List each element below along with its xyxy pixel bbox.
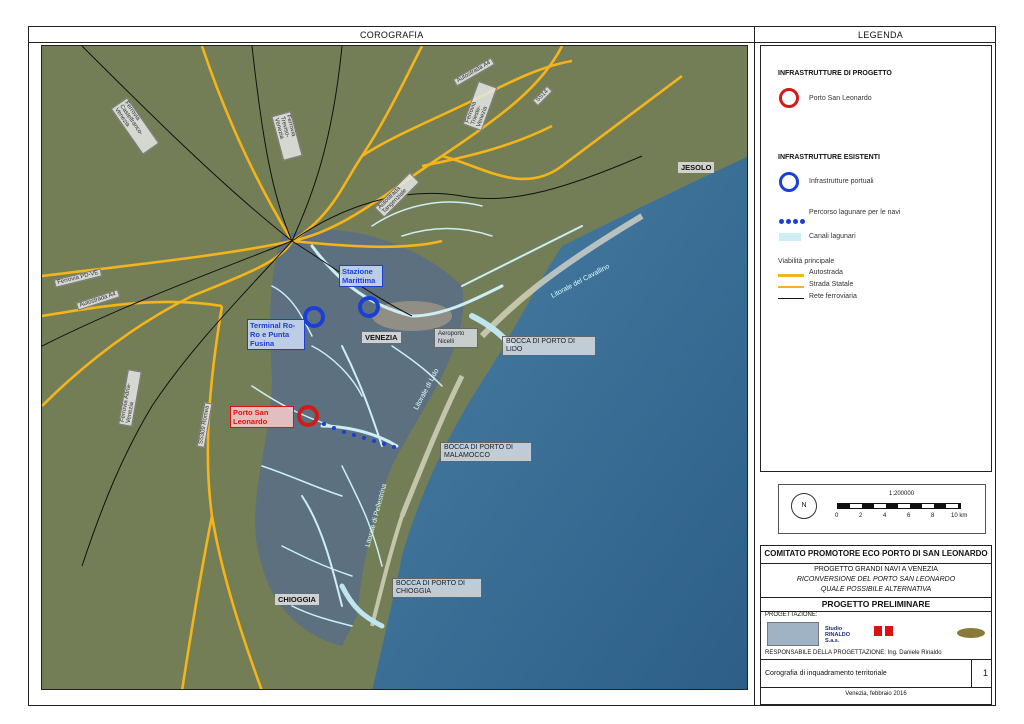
project-render-image	[767, 622, 819, 646]
label-bocca-lido: BOCCA DI PORTO DI LIDO	[502, 336, 596, 356]
legend-viabilita: Viabilità principale	[778, 258, 835, 265]
legend-strada-statale-line	[778, 286, 804, 288]
north-arrow-icon: N	[791, 493, 817, 519]
drawing-title: Corografia di inquadramento territoriale	[765, 670, 887, 677]
legend-infrastrutture-portuali: Infrastrutture portuali	[809, 178, 874, 185]
phase-title: PROGETTO PRELIMINARE	[821, 599, 931, 609]
scale-tick-2: 2	[859, 513, 863, 519]
scale-ratio: 1:200000	[889, 491, 915, 497]
progettazione-label: PROGETTAZIONE:	[765, 612, 818, 618]
label-venezia: VENEZIA	[362, 332, 401, 343]
legend-rete-ferroviaria: Rete ferroviaria	[809, 293, 857, 300]
legend-dots-icon	[779, 211, 805, 229]
scale-tick-4: 4	[883, 513, 887, 519]
label-chioggia: CHIOGGIA	[275, 594, 319, 605]
date-line: Venezia, febbraio 2016	[845, 691, 907, 697]
satellite-map[interactable]: JESOLO VENEZIA CHIOGGIA Stazione Maritti…	[41, 45, 748, 690]
label-porto-san-leonardo[interactable]: Porto San Leonardo	[230, 406, 294, 428]
partner-logo-red-2	[885, 626, 893, 636]
scale-tick-6: 6	[907, 513, 911, 519]
legend-canali: Canali lagunari	[809, 233, 856, 240]
legend-esistenti-title: INFRASTRUTTURE ESISTENTI	[778, 154, 880, 161]
legend-blue-circle-icon	[779, 172, 799, 192]
studio-rinaldo-logo: Studio RINALDO S.a.s.	[825, 626, 851, 644]
scale-tick-0: 0	[835, 513, 839, 519]
scale-bar	[837, 503, 961, 509]
legend-percorso: Percorso lagunare per le navi	[809, 209, 901, 216]
label-bocca-malamocco: BOCCA DI PORTO DI MALAMOCCO	[440, 442, 532, 462]
label-aeroporto: Aeroporto Nicelli	[434, 328, 478, 348]
responsabile: RESPONSABILE DELLA PROGETTAZIONE: Ing. D…	[765, 650, 942, 656]
partner-logo-red-1	[874, 626, 882, 636]
legend-strada-statale: Strada Statale	[809, 281, 854, 288]
scale-tick-8: 8	[931, 513, 935, 519]
title-block: COMITATO PROMOTORE ECO PORTO DI SAN LEON…	[760, 545, 992, 705]
scale-tick-10: 10 km	[951, 513, 968, 519]
header-divider	[28, 42, 996, 43]
partner-logo-emblem	[957, 628, 985, 638]
project-line-2: RICONVERSIONE DEL PORTO SAN LEONARDO	[796, 576, 956, 583]
label-stazione-marittima[interactable]: Stazione Marittima	[339, 265, 383, 287]
legend-porto-san-leonardo: Porto San Leonardo	[809, 95, 872, 102]
committee-name: COMITATO PROMOTORE ECO PORTO DI SAN LEON…	[764, 549, 988, 558]
project-line-1: PROGETTO GRANDI NAVI A VENEZIA	[814, 566, 938, 573]
legend-autostrada-line	[778, 274, 804, 277]
column-divider	[754, 26, 755, 706]
map-title: COROGRAFIA	[360, 30, 424, 40]
legend-title: LEGENDA	[858, 30, 904, 40]
project-line-3: QUALE POSSIBILE ALTERNATIVA	[820, 586, 932, 593]
legend-canal-swatch	[779, 233, 801, 241]
label-bocca-chioggia: BOCCA DI PORTO DI CHIOGGIA	[392, 578, 482, 598]
sheet-number: 1	[983, 668, 989, 678]
scale-box: N 1:200000 0 2 4 6 8 10 km	[778, 484, 986, 534]
label-jesolo: JESOLO	[678, 162, 715, 173]
legend-panel: INFRASTRUTTURE DI PROGETTO Porto San Leo…	[760, 45, 992, 472]
label-terminal-roro[interactable]: Terminal Ro-Ro e Punta Fusina	[247, 319, 305, 350]
legend-autostrada: Autostrada	[809, 269, 843, 276]
legend-rail-line	[778, 298, 804, 299]
legend-progetto-title: INFRASTRUTTURE DI PROGETTO	[778, 70, 892, 77]
legend-red-circle-icon	[779, 88, 799, 108]
